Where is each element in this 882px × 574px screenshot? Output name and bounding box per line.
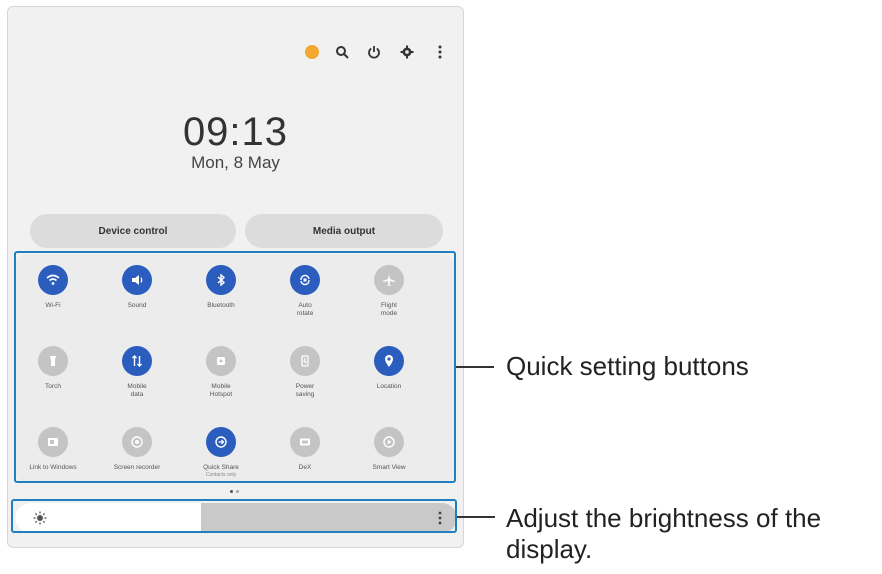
brightness-callout: Adjust the brightness of the display. [506,503,822,564]
device-control-button[interactable]: Device control [30,214,236,248]
clock-date: Mon, 8 May [191,153,280,172]
media-output-button[interactable]: Media output [245,214,443,248]
page-dot [236,490,239,493]
top-icon-bar [301,41,451,63]
quick-settings-callout: Quick setting buttons [506,351,749,381]
quick-settings-leader-line [456,366,494,368]
page-dot [230,490,233,493]
search-icon[interactable] [331,41,353,63]
brightness-leader-line [457,516,495,518]
power-icon[interactable] [363,41,385,63]
more-vertical-icon[interactable] [429,41,451,63]
clock-time: 09:13 [182,110,289,154]
gear-icon[interactable] [396,41,418,63]
account-icon[interactable] [301,41,323,63]
page-indicator [230,490,244,494]
quick-settings-highlight [14,251,456,483]
brightness-highlight [11,499,457,533]
